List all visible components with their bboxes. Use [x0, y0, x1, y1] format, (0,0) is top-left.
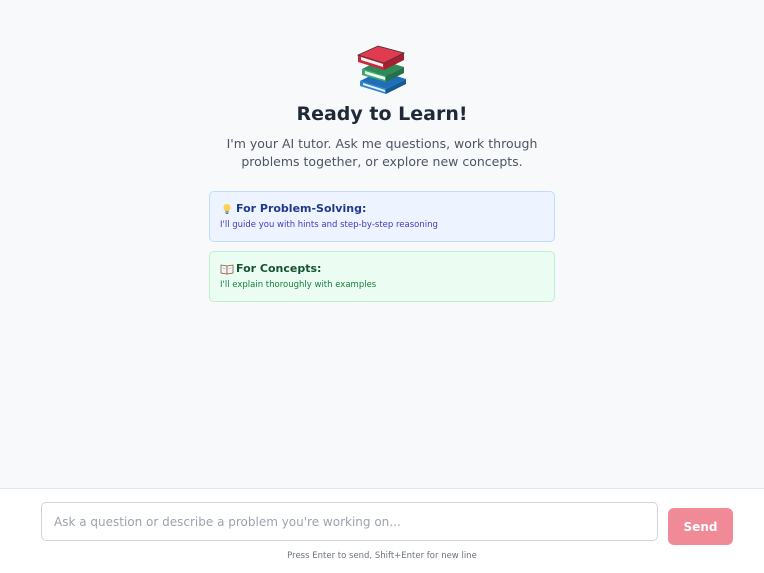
- message-input-box[interactable]: [41, 502, 658, 541]
- problem-solving-card: For Problem-Solving: I'll guide you with…: [209, 191, 555, 242]
- books-icon: [356, 45, 406, 94]
- open-book-icon: [220, 264, 234, 275]
- send-button[interactable]: Send: [668, 508, 733, 545]
- welcome-panel: Ready to Learn! I'm your AI tutor. Ask m…: [0, 0, 764, 488]
- problem-solving-description: I'll guide you with hints and step-by-st…: [220, 220, 438, 230]
- page-subtitle: I'm your AI tutor. Ask me questions, wor…: [226, 136, 538, 169]
- composer-bar: Send Press Enter to send, Shift+Enter fo…: [0, 488, 764, 573]
- concepts-description: I'll explain thoroughly with examples: [220, 280, 377, 290]
- lightbulb-icon: [223, 204, 231, 214]
- message-input[interactable]: [54, 514, 645, 529]
- concepts-heading: For Concepts:: [236, 262, 322, 275]
- concepts-card: For Concepts: I'll explain thoroughly wi…: [209, 251, 555, 302]
- problem-solving-header: For Problem-Solving:: [220, 202, 544, 216]
- concepts-header: For Concepts:: [220, 262, 544, 276]
- page-title: Ready to Learn!: [296, 103, 468, 125]
- problem-solving-heading: For Problem-Solving:: [236, 202, 367, 215]
- keyboard-hint: Press Enter to send, Shift+Enter for new…: [287, 551, 477, 561]
- tutor-app: Ready to Learn! I'm your AI tutor. Ask m…: [0, 0, 764, 573]
